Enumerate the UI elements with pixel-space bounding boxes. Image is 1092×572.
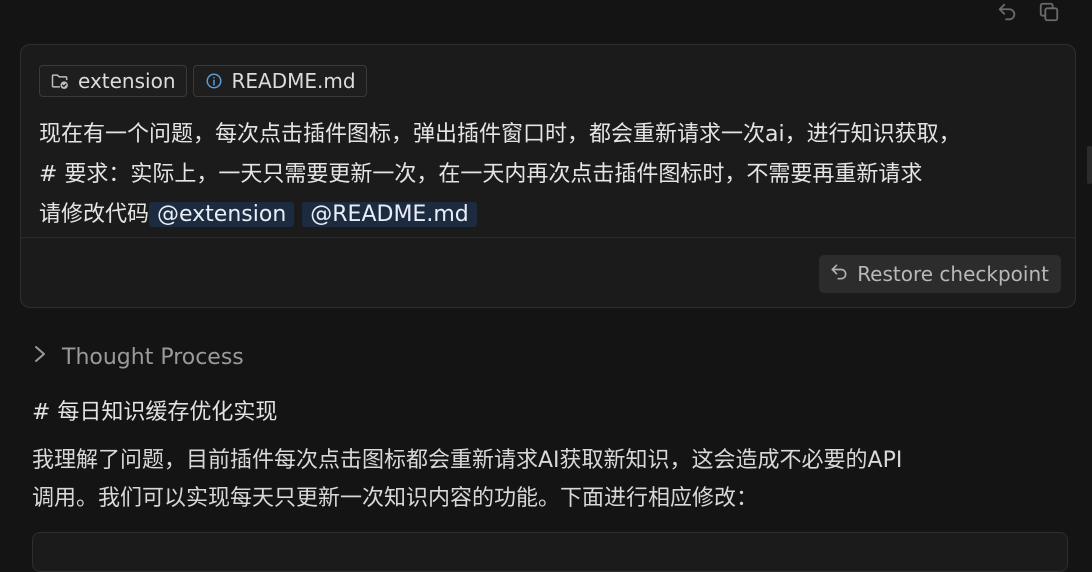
message-line: # 要求：实际上，一天只需要更新一次，在一天内再次点击插件图标时，不需要再重新请… <box>39 162 923 187</box>
message-line: 现在有一个问题，每次点击插件图标，弹出插件窗口时，都会重新请求一次ai，进行知识… <box>39 122 961 147</box>
info-icon <box>204 71 224 91</box>
context-chips: extension README.md <box>39 65 367 97</box>
restore-arrow-icon <box>829 262 849 287</box>
mention-extension[interactable]: @extension <box>149 202 295 227</box>
context-chip-readme[interactable]: README.md <box>192 65 367 97</box>
context-chip-extension[interactable]: extension <box>39 65 187 97</box>
context-chip-label: README.md <box>231 69 356 93</box>
card-divider <box>21 237 1075 238</box>
paragraph-line: 调用。我们可以实现每天只更新一次知识内容的功能。下面进行相应修改： <box>32 486 759 511</box>
user-message-card: extension README.md 现在有一个问题，每次点击插件图标，弹出插… <box>20 44 1076 308</box>
message-actions <box>994 0 1062 24</box>
folder-check-icon <box>50 71 70 91</box>
thought-process-toggle[interactable]: Thought Process <box>32 344 244 370</box>
mention-readme[interactable]: @README.md <box>302 202 477 227</box>
code-block <box>32 532 1068 572</box>
user-message-text: 现在有一个问题，每次点击插件图标，弹出插件窗口时，都会重新请求一次ai，进行知识… <box>39 115 1059 235</box>
thought-process-label: Thought Process <box>62 344 244 370</box>
scrollbar-thumb[interactable] <box>1087 146 1092 184</box>
response-heading: # 每日知识缓存优化实现 <box>32 400 278 425</box>
paragraph-line: 我理解了问题，目前插件每次点击图标都会重新请求AI获取新知识，这会造成不必要的A… <box>32 448 903 473</box>
message-text: 请修改代码 <box>39 202 150 227</box>
restore-checkpoint-label: Restore checkpoint <box>857 262 1049 286</box>
chevron-right-icon <box>32 344 48 370</box>
message-line: 请修改代码 @extension @README.md <box>39 195 1059 235</box>
response-paragraph: 我理解了问题，目前插件每次点击图标都会重新请求AI获取新知识，这会造成不必要的A… <box>32 442 1072 518</box>
undo-icon[interactable] <box>994 0 1020 25</box>
context-chip-label: extension <box>78 69 176 93</box>
copy-icon[interactable] <box>1036 0 1062 25</box>
restore-checkpoint-button[interactable]: Restore checkpoint <box>819 255 1061 293</box>
